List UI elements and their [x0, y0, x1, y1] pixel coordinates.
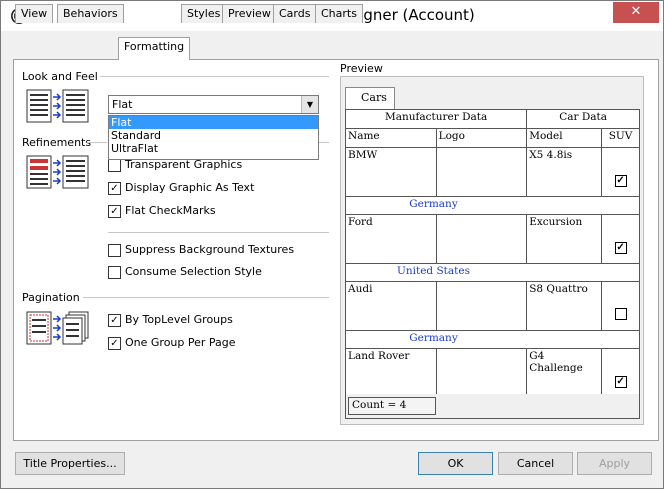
ok-button[interactable]: OK: [418, 452, 493, 475]
cell-model: Excursion: [526, 214, 603, 264]
count-summary: Count = 4: [348, 397, 436, 415]
tab-view[interactable]: View: [15, 4, 54, 23]
cell-name: BMW: [345, 147, 437, 197]
band-header-car: Car Data: [526, 109, 640, 129]
checkbox-box[interactable]: [108, 244, 121, 257]
tab-cards[interactable]: Cards: [273, 4, 317, 23]
apply-button[interactable]: Apply: [577, 452, 652, 475]
preview-tab-cars[interactable]: Cars: [345, 87, 395, 109]
print-designer-window: OrgPassword Print Designer (Account) ✕ V…: [0, 0, 664, 489]
group-label: Germany: [345, 196, 640, 215]
checkbox-label: One Group Per Page: [125, 336, 236, 349]
refinements-inner-divider: [108, 232, 329, 233]
group-label: United States: [345, 263, 640, 282]
group-row: Germany: [345, 330, 640, 349]
column-header-logo: Logo: [435, 128, 528, 148]
dropdown-option-standard[interactable]: Standard: [109, 129, 318, 142]
suv-checkbox: ✓: [614, 376, 627, 388]
cell-logo: [435, 147, 528, 197]
checkbox-label: Flat CheckMarks: [125, 204, 216, 217]
checkbox-box[interactable]: ✓: [108, 205, 121, 218]
cell-logo: [435, 214, 528, 264]
cell-logo: [435, 281, 528, 331]
refinements-divider-right: [319, 142, 329, 143]
cell-suv: ✓: [601, 348, 640, 398]
preview-table: Manufacturer Data Car Data Name Logo Mod…: [344, 109, 640, 398]
cancel-button[interactable]: Cancel: [498, 452, 573, 475]
dropdown-option-ultraflat[interactable]: UltraFlat: [109, 142, 318, 155]
suv-checkbox: [614, 307, 627, 320]
cell-logo: [435, 348, 528, 398]
checkbox-label: Consume Selection Style: [125, 265, 262, 278]
group-label: Germany: [345, 330, 640, 349]
cell-suv: ✓: [601, 147, 640, 197]
checkbox-box[interactable]: [108, 266, 121, 279]
look-and-feel-dropdown-list: Flat Standard UltraFlat: [108, 115, 319, 160]
table-row: Audi S8 Quattro: [345, 281, 640, 331]
look-and-feel-combo-value: Flat: [112, 98, 133, 111]
title-properties-button[interactable]: Title Properties...: [15, 452, 125, 475]
cell-suv: [601, 281, 640, 331]
dropdown-option-flat[interactable]: Flat: [109, 116, 318, 129]
checkbox-box[interactable]: ✓: [108, 182, 121, 195]
cell-suv: ✓: [601, 214, 640, 264]
group-row: Germany: [345, 196, 640, 215]
tab-behaviors[interactable]: Behaviors: [57, 4, 124, 23]
refinements-divider: [87, 142, 107, 143]
look-and-feel-combo[interactable]: Flat ▼: [108, 95, 319, 114]
tab-charts[interactable]: Charts: [315, 4, 363, 23]
cell-name: Ford: [345, 214, 437, 264]
look-and-feel-label: Look and Feel: [22, 70, 98, 83]
cell-name: Land Rover: [345, 348, 437, 398]
table-row: Ford Excursion ✓: [345, 214, 640, 264]
column-header-model: Model: [526, 128, 603, 148]
cell-model: G4 Challenge: [526, 348, 603, 398]
tab-preview[interactable]: Preview: [222, 4, 277, 23]
table-row: BMW X5 4.8is ✓: [345, 147, 640, 197]
checkbox-label: Suppress Background Textures: [125, 243, 295, 256]
preview-label: Preview: [340, 62, 383, 75]
checkbox-box[interactable]: [108, 159, 121, 172]
pagination-divider: [83, 297, 329, 298]
column-header-name: Name: [345, 128, 437, 148]
pagination-label: Pagination: [22, 291, 80, 304]
band-header-manufacturer: Manufacturer Data: [344, 109, 528, 129]
tab-formatting[interactable]: Formatting: [118, 37, 191, 60]
close-button[interactable]: ✕: [613, 2, 659, 23]
checkbox-box[interactable]: ✓: [108, 337, 121, 350]
look-and-feel-divider: [100, 76, 329, 77]
checkbox-label: Display Graphic As Text: [125, 181, 255, 194]
pagination-icon: [26, 311, 89, 345]
cell-model: S8 Quattro: [526, 281, 603, 331]
chevron-down-icon[interactable]: ▼: [301, 96, 318, 113]
cell-name: Audi: [345, 281, 437, 331]
suv-checkbox: ✓: [614, 242, 627, 254]
table-row: Land Rover G4 Challenge ✓: [345, 348, 640, 398]
tab-styles[interactable]: Styles: [181, 4, 227, 23]
checkbox-label: By TopLevel Groups: [125, 313, 233, 326]
group-row: United States: [345, 263, 640, 282]
refinements-icon: [26, 155, 89, 189]
suv-checkbox: ✓: [614, 175, 627, 187]
look-and-feel-icon: [26, 89, 89, 123]
preview-footer: Count = 4: [345, 394, 640, 419]
refinements-label: Refinements: [22, 136, 92, 149]
column-header-suv: SUV: [601, 128, 640, 148]
cell-model: X5 4.8is: [526, 147, 603, 197]
checkbox-box[interactable]: ✓: [108, 314, 121, 327]
